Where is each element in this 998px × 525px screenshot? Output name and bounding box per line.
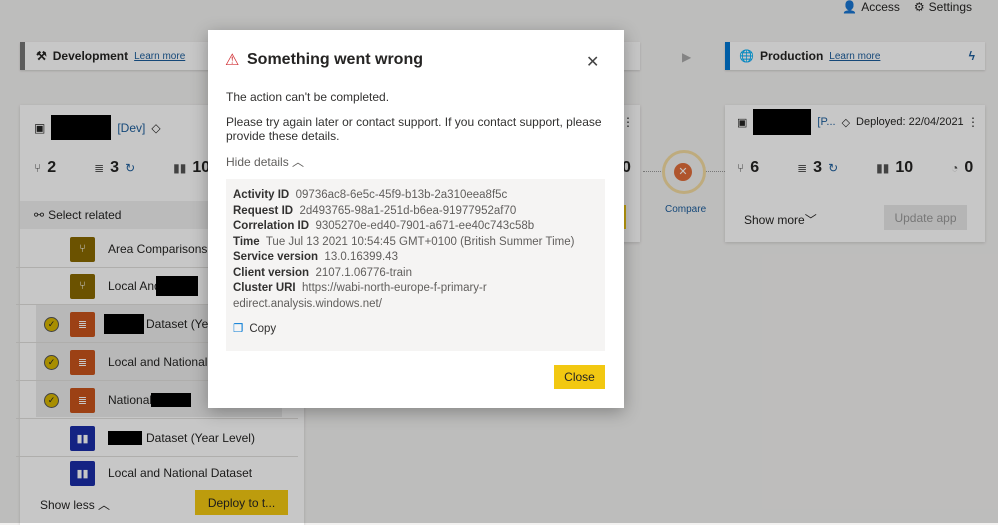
chevron-up-icon: ︿ xyxy=(292,155,305,169)
error-details: Activity ID 09736ac8-6e5c-45f9-b13b-2a31… xyxy=(226,179,605,351)
error-dialog: ⚠ Something went wrong ✕ The action can'… xyxy=(208,30,624,408)
copy-icon: ❐ xyxy=(233,323,244,335)
detail-row: Correlation ID 9305270e-ed40-7901-a671-e… xyxy=(233,220,535,232)
close-icon[interactable]: ✕ xyxy=(586,52,599,72)
detail-row: Request ID 2d493765-98a1-251d-b6ea-91977… xyxy=(233,204,517,217)
detail-row: Cluster URI https://wabi-north-europe-f-… xyxy=(233,282,487,310)
detail-row: Time Tue Jul 13 2021 10:54:45 GMT+0100 (… xyxy=(233,235,575,248)
hide-details-button[interactable]: Hide details ︿ xyxy=(226,153,304,170)
detail-row: Client version 2107.1.06776-train xyxy=(233,266,413,279)
error-instructions: Please try again later or contact suppor… xyxy=(226,115,602,143)
dialog-title: Something went wrong xyxy=(247,51,423,68)
error-message: The action can't be completed. xyxy=(226,90,390,104)
warning-icon: ⚠ xyxy=(225,52,240,69)
close-button[interactable]: Close xyxy=(554,365,605,389)
detail-row: Service version 13.0.16399.43 xyxy=(233,251,398,263)
detail-row: Activity ID 09736ac8-6e5c-45f9-b13b-2a31… xyxy=(233,189,508,201)
copy-button[interactable]: ❐ Copy xyxy=(233,322,598,338)
